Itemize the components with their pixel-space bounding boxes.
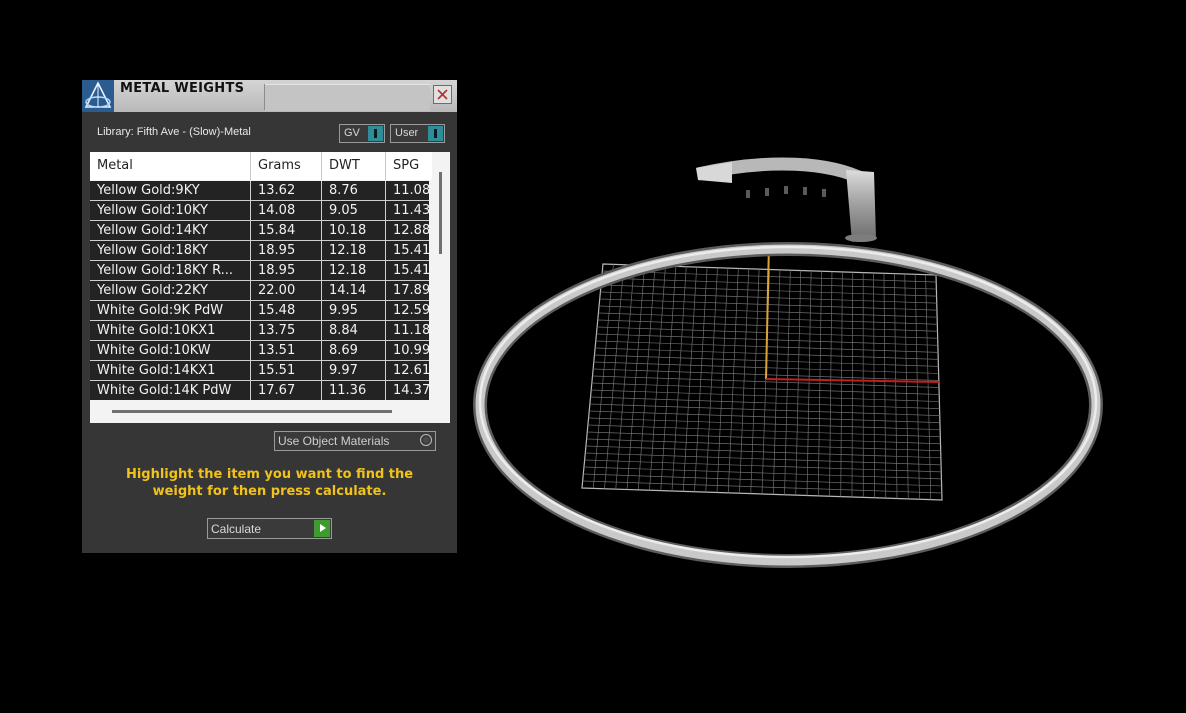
cell-spg: 15.41 xyxy=(393,243,429,258)
radio-button-icon[interactable] xyxy=(420,434,432,446)
cell-dwt: 10.18 xyxy=(322,221,386,240)
table-row[interactable]: White Gold:14K PdW 17.67 11.36 14.37 xyxy=(90,381,429,400)
cell-dwt: 9.97 xyxy=(322,361,386,380)
cell-spg: 12.88 xyxy=(393,223,429,238)
cell-spg: 10.99 xyxy=(393,343,429,358)
cell-metal: White Gold:14K PdW xyxy=(90,381,251,400)
table-row[interactable]: Yellow Gold:10KY 14.08 9.05 11.43 xyxy=(90,201,429,221)
column-header-dwt[interactable]: DWT xyxy=(322,152,386,180)
cell-dwt: 8.69 xyxy=(322,341,386,360)
cell-spg: 11.43 xyxy=(393,203,429,218)
cell-grams: 17.67 xyxy=(251,381,322,400)
table-row[interactable]: White Gold:9K PdW 15.48 9.95 12.59 xyxy=(90,301,429,321)
panel-titlebar[interactable]: METAL WEIGHTS xyxy=(82,80,457,112)
use-object-materials-option[interactable]: Use Object Materials xyxy=(274,431,436,451)
metal-weights-table: Metal Grams DWT SPG Yellow Gold:9KY 13.62… xyxy=(90,152,450,423)
cell-dwt: 14.14 xyxy=(322,281,386,300)
play-icon xyxy=(314,520,330,537)
title-tab-area xyxy=(265,84,430,111)
vertical-scroll-thumb[interactable] xyxy=(439,172,442,254)
gv-toggle-label: GV xyxy=(344,127,360,139)
table-row[interactable]: Yellow Gold:9KY 13.62 8.76 11.08 xyxy=(90,181,429,201)
table-header: Metal Grams DWT SPG xyxy=(90,152,432,180)
cell-dwt: 8.76 xyxy=(322,181,386,200)
calculate-label: Calculate xyxy=(211,522,262,536)
cell-dwt: 12.18 xyxy=(322,261,386,280)
cell-spg: 12.61 xyxy=(393,363,429,378)
gv-toggle[interactable]: GV xyxy=(339,124,385,143)
table-row[interactable]: Yellow Gold:18KY R... 18.95 12.18 15.41 xyxy=(90,261,429,281)
cell-metal: Yellow Gold:18KY xyxy=(90,241,251,260)
3d-viewport[interactable] xyxy=(470,150,1110,580)
cell-spg: 15.41 xyxy=(393,263,429,278)
calculate-button[interactable]: Calculate xyxy=(207,518,332,539)
cell-grams: 18.95 xyxy=(251,261,322,280)
cell-grams: 13.62 xyxy=(251,181,322,200)
cell-metal: Yellow Gold:18KY R... xyxy=(90,261,251,280)
cell-grams: 22.00 xyxy=(251,281,322,300)
toggle-switch-icon xyxy=(428,126,443,141)
table-row[interactable]: Yellow Gold:18KY 18.95 12.18 15.41 xyxy=(90,241,429,261)
cell-grams: 14.08 xyxy=(251,201,322,220)
column-header-spg[interactable]: SPG xyxy=(386,152,432,180)
table-row[interactable]: Yellow Gold:22KY 22.00 14.14 17.89 xyxy=(90,281,429,301)
close-button[interactable] xyxy=(433,85,452,104)
cell-grams: 15.48 xyxy=(251,301,322,320)
y-axis-line xyxy=(765,242,770,380)
cell-metal: Yellow Gold:9KY xyxy=(90,181,251,200)
column-header-grams[interactable]: Grams xyxy=(251,152,322,180)
cell-dwt: 9.05 xyxy=(322,201,386,220)
cell-grams: 13.51 xyxy=(251,341,322,360)
cell-metal: White Gold:10KX1 xyxy=(90,321,251,340)
user-toggle[interactable]: User xyxy=(390,124,445,143)
app-logo-icon xyxy=(82,80,114,112)
metal-weights-panel: METAL WEIGHTS Library: Fifth Ave - (Slow… xyxy=(82,80,457,553)
user-toggle-label: User xyxy=(395,127,419,139)
panel-title: METAL WEIGHTS xyxy=(120,81,245,96)
close-icon xyxy=(437,89,448,100)
cell-dwt: 9.95 xyxy=(322,301,386,320)
table-row[interactable]: White Gold:10KW 13.51 8.69 10.99 xyxy=(90,341,429,361)
horizontal-scroll-thumb[interactable] xyxy=(112,410,392,413)
cell-spg: 11.18 xyxy=(393,323,429,338)
cell-spg: 12.59 xyxy=(393,303,429,318)
cell-grams: 15.84 xyxy=(251,221,322,240)
cell-spg: 17.89 xyxy=(393,283,429,298)
instruction-text: Highlight the item you want to find the … xyxy=(125,467,414,499)
cell-grams: 15.51 xyxy=(251,361,322,380)
cell-grams: 13.75 xyxy=(251,321,322,340)
cell-dwt: 11.36 xyxy=(322,381,386,400)
toggle-switch-icon xyxy=(368,126,383,141)
cell-metal: White Gold:10KW xyxy=(90,341,251,360)
table-row[interactable]: Yellow Gold:14KY 15.84 10.18 12.88 xyxy=(90,221,429,241)
cell-metal: Yellow Gold:10KY xyxy=(90,201,251,220)
cell-metal: Yellow Gold:22KY xyxy=(90,281,251,300)
library-label: Library: Fifth Ave - (Slow)-Metal xyxy=(97,126,251,138)
cell-dwt: 8.84 xyxy=(322,321,386,340)
cell-metal: White Gold:14KX1 xyxy=(90,361,251,380)
use-object-materials-label: Use Object Materials xyxy=(278,434,390,448)
table-body: Yellow Gold:9KY 13.62 8.76 11.08 Yellow Gold… xyxy=(90,181,429,400)
column-header-metal[interactable]: Metal xyxy=(90,152,251,180)
table-row[interactable]: White Gold:14KX1 15.51 9.97 12.61 xyxy=(90,361,429,381)
cell-grams: 18.95 xyxy=(251,241,322,260)
cell-spg: 14.37 xyxy=(393,383,429,398)
table-row[interactable]: White Gold:10KX1 13.75 8.84 11.18 xyxy=(90,321,429,341)
cell-metal: White Gold:9K PdW xyxy=(90,301,251,320)
cell-dwt: 12.18 xyxy=(322,241,386,260)
cell-metal: Yellow Gold:14KY xyxy=(90,221,251,240)
cell-spg: 11.08 xyxy=(393,183,429,198)
